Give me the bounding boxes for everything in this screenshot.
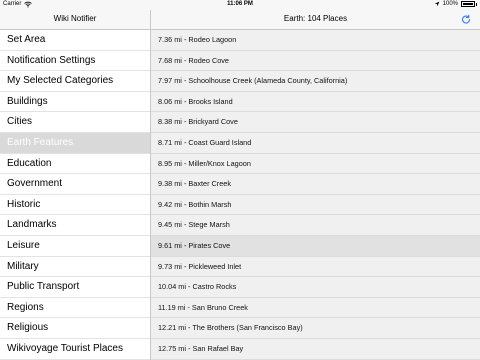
place-item[interactable]: 8.06 mi - Brooks Island [151, 91, 480, 113]
place-item[interactable]: 9.45 mi - Stege Marsh [151, 215, 480, 236]
place-item[interactable]: 12.75 mi - San Rafael Bay [151, 338, 480, 360]
category-item-cities[interactable]: Cities [0, 112, 150, 133]
category-item-regions[interactable]: Regions [0, 298, 150, 319]
category-item-leisure[interactable]: Leisure [0, 236, 150, 257]
place-item[interactable]: 9.38 mi - Baxter Creek [151, 174, 480, 195]
refresh-icon[interactable] [460, 13, 472, 26]
category-item-education[interactable]: Education [0, 154, 150, 175]
place-item[interactable]: 8.71 mi - Coast Guard Island [151, 132, 480, 154]
place-list: 7.36 mi - Rodeo Lagoon 7.68 mi - Rodeo C… [151, 30, 480, 360]
detail-title: Earth: 104 Places [283, 14, 348, 23]
place-item-highlighted[interactable]: 9.61 mi - Pirates Cove [151, 235, 480, 257]
place-item[interactable]: 9.73 mi - Pickleweed Inlet [151, 256, 480, 278]
place-item[interactable]: 11.19 mi - San Bruno Creek [151, 297, 480, 319]
sidebar-navbar: Wiki Notifier [0, 10, 150, 30]
place-item[interactable]: 10.04 mi - Castro Rocks [151, 277, 480, 298]
battery-percent: 100% [442, 1, 458, 7]
category-item-government[interactable]: Government [0, 174, 150, 195]
sidebar-title: Wiki Notifier [53, 14, 97, 23]
category-item-my-selected-categories[interactable]: My Selected Categories [0, 71, 150, 92]
category-item-religious[interactable]: Religious [0, 318, 150, 339]
category-item-wikivoyage-tourist-places[interactable]: Wikivoyage Tourist Places [0, 339, 150, 360]
place-item[interactable]: 9.42 mi - Bothin Marsh [151, 194, 480, 216]
category-item-earth-features[interactable]: Earth Features [0, 132, 150, 154]
place-item[interactable]: 8.95 mi - Miller/Knox Lagoon [151, 153, 480, 175]
battery-nub [476, 2, 477, 6]
category-item-notification-settings[interactable]: Notification Settings [0, 51, 150, 72]
category-item-public-transport[interactable]: Public Transport [0, 277, 150, 298]
category-item-historic[interactable]: Historic [0, 195, 150, 216]
category-list: Set Area Notification Settings My Select… [0, 30, 150, 360]
category-item-landmarks[interactable]: Landmarks [0, 215, 150, 236]
status-bar: Carrier 11:06 PM 100% [0, 0, 480, 10]
category-item-buildings[interactable]: Buildings [0, 92, 150, 113]
location-arrow-icon [434, 1, 440, 7]
detail-navbar: Earth: 104 Places [151, 10, 480, 30]
category-item-set-area[interactable]: Set Area [0, 30, 150, 51]
battery-icon [461, 1, 475, 7]
detail-panel: Earth: 104 Places 7.36 mi - Rodeo Lagoon… [151, 0, 480, 360]
place-item[interactable]: 7.36 mi - Rodeo Lagoon [151, 30, 480, 51]
place-item[interactable]: 12.21 mi - The Brothers (San Francisco B… [151, 318, 480, 339]
master-panel: Wiki Notifier Set Area Notification Sett… [0, 0, 151, 360]
category-item-military[interactable]: Military [0, 257, 150, 278]
clock: 11:06 PM [227, 1, 253, 7]
place-item[interactable]: 8.38 mi - Brickyard Cove [151, 112, 480, 133]
status-right: 100% [434, 1, 477, 7]
place-item[interactable]: 7.97 mi - Schoolhouse Creek (Alameda Cou… [151, 71, 480, 92]
place-item[interactable]: 7.68 mi - Rodeo Cove [151, 50, 480, 72]
